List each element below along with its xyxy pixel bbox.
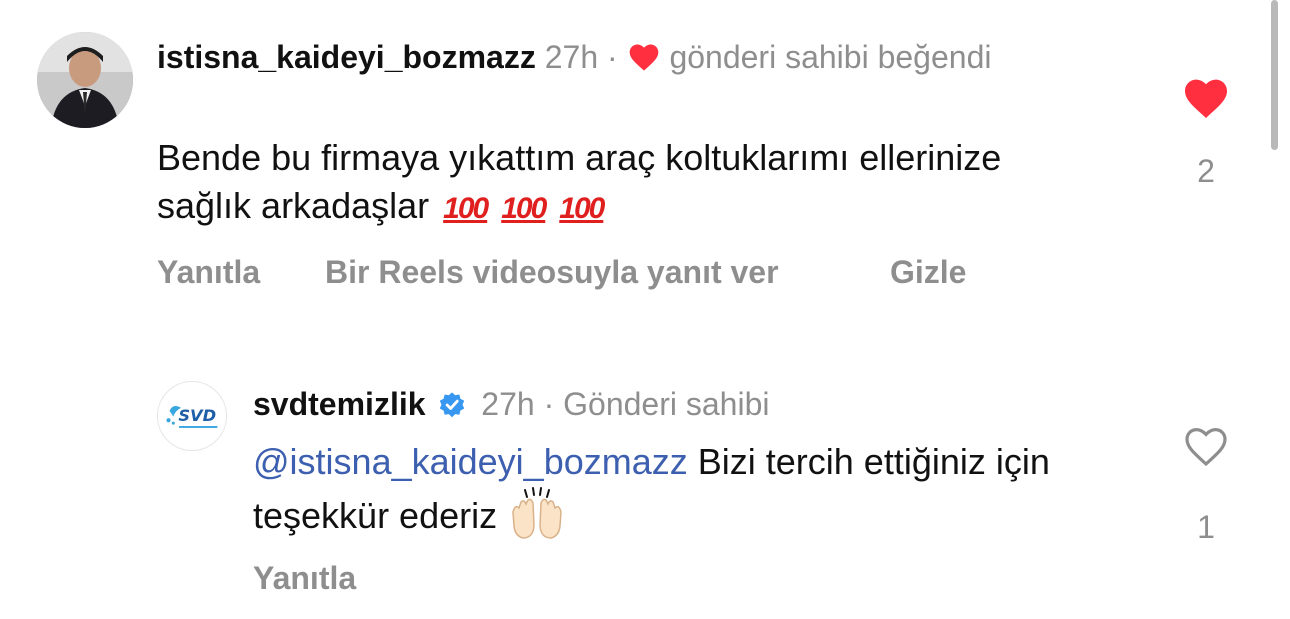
comment-header: istisna_kaideyi_bozmazz 27h · gönderi sa… [157, 36, 1037, 78]
scrollbar[interactable] [1271, 0, 1278, 150]
like-control: 1 [1176, 424, 1236, 546]
user-avatar[interactable] [37, 32, 133, 128]
hundred-points-emoji: 100 [443, 192, 489, 225]
heart-filled-icon[interactable] [1182, 76, 1230, 120]
comment-body: @istisna_kaideyi_bozmazz Bizi tercih ett… [253, 438, 1153, 542]
hundred-points-emoji: 100 [501, 192, 547, 225]
reply-button[interactable]: Yanıtla [253, 560, 356, 596]
comment-actions: Yanıtla Bir Reels videosuyla yanıt ver G… [157, 254, 966, 291]
heart-outline-icon[interactable] [1182, 424, 1230, 468]
svd-logo: SVD [166, 406, 218, 428]
like-count: 1 [1197, 509, 1215, 545]
like-control: 2 [1176, 76, 1236, 190]
comment-actions: Yanıtla [253, 560, 356, 597]
comment-username[interactable]: svdtemizlik [253, 386, 426, 422]
mention-link[interactable]: @istisna_kaideyi_bozmazz [253, 441, 688, 482]
like-count: 2 [1197, 153, 1215, 189]
comment-header: svdtemizlik 27h · Gönderi sahibi [253, 383, 1133, 425]
owner-badge: Gönderi sahibi [563, 386, 770, 422]
comment-body: Bende bu firmaya yıkattım araç koltuklar… [157, 134, 1057, 233]
verified-badge-icon [440, 392, 465, 418]
hide-button[interactable]: Gizle [890, 254, 966, 291]
avatar-photo [37, 32, 133, 128]
heart-filled-icon [629, 44, 658, 71]
brand-avatar[interactable]: SVD [157, 381, 227, 451]
reels-reply-button[interactable]: Bir Reels videosuyla yanıt ver [325, 254, 779, 291]
brand-logo-text: SVD [178, 406, 216, 425]
meta-separator: · [543, 386, 555, 422]
hundred-points-emoji: 100 [559, 192, 605, 225]
comment-time: 27h [544, 39, 599, 75]
comment-username[interactable]: istisna_kaideyi_bozmazz [157, 39, 536, 75]
comment-time: 27h [481, 386, 535, 422]
reply-button[interactable]: Yanıtla [157, 254, 260, 290]
meta-separator: · [607, 39, 618, 75]
raising-hands-icon [512, 487, 562, 539]
owner-liked-label: gönderi sahibi beğendi [669, 39, 992, 75]
